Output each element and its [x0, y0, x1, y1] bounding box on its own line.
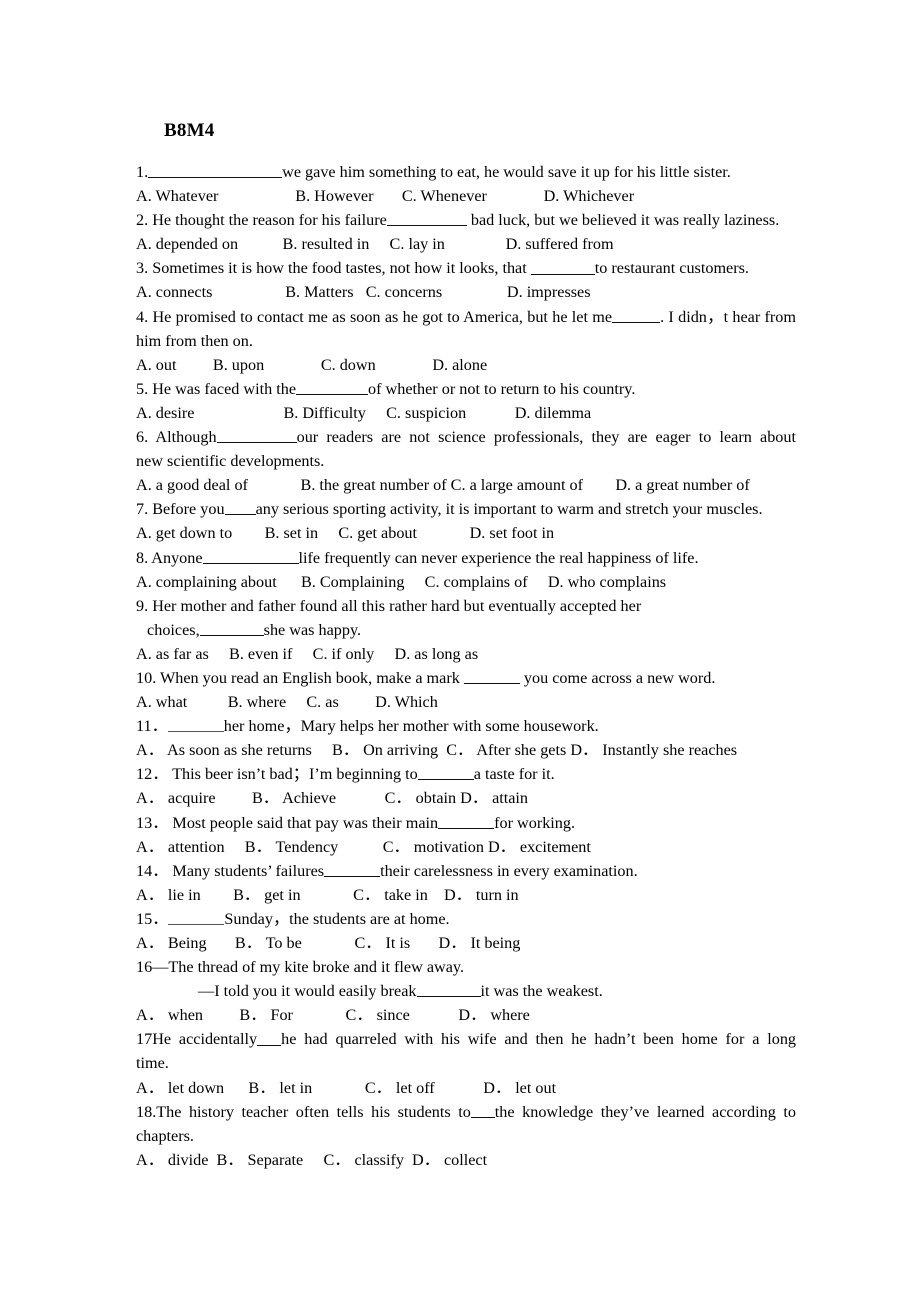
question-stem-q7: 7. Before you any serious sporting activi…: [136, 497, 796, 521]
stem-text: our readers are not science professional…: [296, 428, 796, 447]
stem-text: choices,: [143, 620, 200, 639]
question-stem-q15: 15． Sunday，the students are at home.: [136, 907, 796, 931]
answer-blank[interactable]: [438, 813, 495, 829]
question-stem-q18: 18.The history teacher often tells his s…: [136, 1100, 796, 1124]
answer-blank[interactable]: [463, 668, 520, 685]
question-options-q15[interactable]: A． Being B． To be C． It is D． It being: [136, 931, 796, 955]
stem-text: she was happy.: [263, 620, 362, 639]
question-options-q18[interactable]: A． divide B． Separate C． classify D． col…: [136, 1148, 796, 1172]
question-options-q1[interactable]: A. Whatever B. However C. Whenever D. Wh…: [136, 184, 796, 208]
answer-blank[interactable]: [324, 861, 381, 877]
stem-text: 13． Most people said that pay was their …: [136, 813, 439, 832]
question-stem-q11: 11． her home，Mary helps her mother with s…: [136, 714, 796, 738]
question-stem-q17: 17He accidentally he had quarreled with h…: [136, 1027, 796, 1051]
stem-text: 5. He was faced with the: [136, 379, 297, 398]
question-stem-q3: 3. Sometimes it is how the food tastes, …: [136, 256, 796, 280]
question-options-q4[interactable]: A. out B. upon C. down D. alone: [136, 353, 796, 377]
stem-text: it was the weakest.: [480, 982, 603, 1001]
question-stem-q10: 10. When you read an English book, make …: [136, 666, 796, 690]
question-stem-q14: 14． Many students’ failures their careles…: [136, 859, 796, 883]
question-options-q13[interactable]: A． attention B． Tendency C． motivation D…: [136, 835, 796, 859]
stem-text: a taste for it.: [473, 765, 555, 784]
document-page: B8M4 1. we gave him something to eat, he …: [0, 0, 920, 1302]
question-stem-q6: 6. Although our readers are not science p…: [136, 425, 796, 449]
stem-text: for working.: [494, 813, 576, 832]
question-options-q10[interactable]: A. what B. where C. as D. Which: [136, 690, 796, 714]
page-title: B8M4: [164, 120, 215, 141]
answer-blank[interactable]: [216, 427, 297, 444]
stem-text: of whether or not to return to his count…: [368, 379, 636, 398]
answer-blank[interactable]: [386, 210, 467, 227]
question-stem-q2: 2. He thought the reason for his failure…: [136, 208, 796, 232]
stem-text: he had quarreled with his wife and then …: [281, 1030, 797, 1049]
question-options-q11[interactable]: A． As soon as she returns B． On arriving…: [136, 738, 796, 762]
stem-text: 11．: [136, 717, 168, 736]
answer-blank[interactable]: [224, 500, 256, 516]
stem-text: 18.The history teacher often tells his s…: [136, 1102, 471, 1121]
stem-text: 4. He promised to contact me as soon as …: [136, 307, 613, 326]
question-stem-q8: 8. Anyone life frequently can never exper…: [136, 546, 796, 570]
stem-text: 6. Although: [136, 428, 217, 447]
answer-blank[interactable]: [417, 765, 474, 781]
question-options-q9[interactable]: A. as far as B. even if C. if only D. as…: [136, 642, 796, 666]
question-options-q6[interactable]: A. a good deal of B. the great number of…: [136, 473, 796, 497]
stem-text: their carelessness in every examination.: [380, 861, 638, 880]
question-stem-q4: 4. He promised to contact me as soon as …: [136, 305, 796, 329]
question-options-q17[interactable]: A． let down B． let in C． let off D． let …: [136, 1076, 796, 1100]
question-options-q14[interactable]: A． lie in B． get in C． take in D． turn i…: [136, 883, 796, 907]
stem-text: the knowledge they’ve learned according …: [494, 1102, 796, 1121]
question-stem-q18-wrap: chapters.: [136, 1126, 194, 1145]
stem-text: 8. Anyone: [136, 548, 203, 567]
stem-text: Sunday，the students are at home.: [224, 909, 450, 928]
question-stem-q4-wrap: him from then on.: [136, 331, 253, 350]
stem-text: 14． Many students’ failures: [136, 861, 325, 880]
stem-text: we gave him something to eat, he would s…: [282, 163, 731, 181]
stem-text: 12． This beer isn’t bad；I’m beginning to: [136, 765, 418, 784]
stem-text: 17He accidentally: [136, 1030, 258, 1049]
document-body: B8M4 1. we gave him something to eat, he …: [136, 118, 796, 1172]
answer-blank[interactable]: [257, 1030, 282, 1046]
question-options-q7[interactable]: A. get down to B. set in C. get about D.…: [136, 521, 796, 545]
question-stem-q12: 12． This beer isn’t bad；I’m beginning to…: [136, 762, 796, 786]
stem-text: 3. Sometimes it is how the food tastes, …: [136, 259, 531, 278]
question-stem-q16: 16—The thread of my kite broke and it fl…: [136, 958, 464, 977]
answer-blank[interactable]: [167, 716, 224, 733]
stem-text: you come across a new word.: [519, 668, 716, 687]
answer-blank[interactable]: [148, 162, 283, 179]
stem-text: bad luck, but we believed it was really …: [466, 211, 780, 230]
answer-blank[interactable]: [168, 909, 225, 926]
question-stem-q6-wrap: new scientific developments.: [136, 452, 325, 471]
answer-blank[interactable]: [199, 620, 264, 636]
answer-blank[interactable]: [202, 548, 299, 564]
question-stem-q9-wrap: choices, she was happy.: [136, 618, 796, 642]
stem-text: 2. He thought the reason for his failure: [136, 211, 387, 230]
question-stem-q9: 9. Her mother and father found all this …: [136, 596, 642, 615]
question-options-q8[interactable]: A. complaining about B. Complaining C. c…: [136, 570, 796, 594]
question-options-q3[interactable]: A. connects B. Matters C. concerns D. im…: [136, 280, 796, 304]
question-options-q5[interactable]: A. desire B. Difficulty C. suspicion D. …: [136, 401, 796, 425]
answer-blank[interactable]: [416, 981, 481, 998]
question-stem-q13: 13． Most people said that pay was their …: [136, 811, 796, 835]
question-stem-q5: 5. He was faced with the of whether or no…: [136, 377, 796, 401]
stem-text: her home，Mary helps her mother with some…: [223, 717, 599, 736]
answer-blank[interactable]: [296, 379, 369, 395]
stem-text: . I didn，t hear from: [660, 307, 796, 326]
stem-text: —I told you it would easily break: [198, 982, 417, 1001]
stem-text: any serious sporting activity, it is imp…: [255, 500, 763, 519]
question-stem-q1: 1. we gave him something to eat, he would…: [136, 160, 796, 184]
stem-text: 15．: [136, 909, 169, 928]
question-options-q2[interactable]: A. depended on B. resulted in C. lay in …: [136, 232, 796, 256]
question-options-q16[interactable]: A． when B． For C． since D． where: [136, 1003, 796, 1027]
stem-text: life frequently can never experience the…: [298, 548, 699, 567]
answer-blank[interactable]: [530, 259, 595, 275]
stem-text: 1.: [136, 163, 149, 181]
question-options-q12[interactable]: A． acquire B． Achieve C． obtain D． attai…: [136, 786, 796, 810]
answer-blank[interactable]: [612, 307, 661, 323]
stem-text: 10. When you read an English book, make …: [136, 668, 464, 687]
stem-text: to restaurant customers.: [594, 259, 749, 278]
question-stem-q17-wrap: time.: [136, 1054, 169, 1073]
question-stem-q16-wrap: —I told you it would easily break it was …: [136, 979, 796, 1003]
answer-blank[interactable]: [470, 1102, 495, 1118]
stem-text: 7. Before you: [136, 500, 225, 519]
